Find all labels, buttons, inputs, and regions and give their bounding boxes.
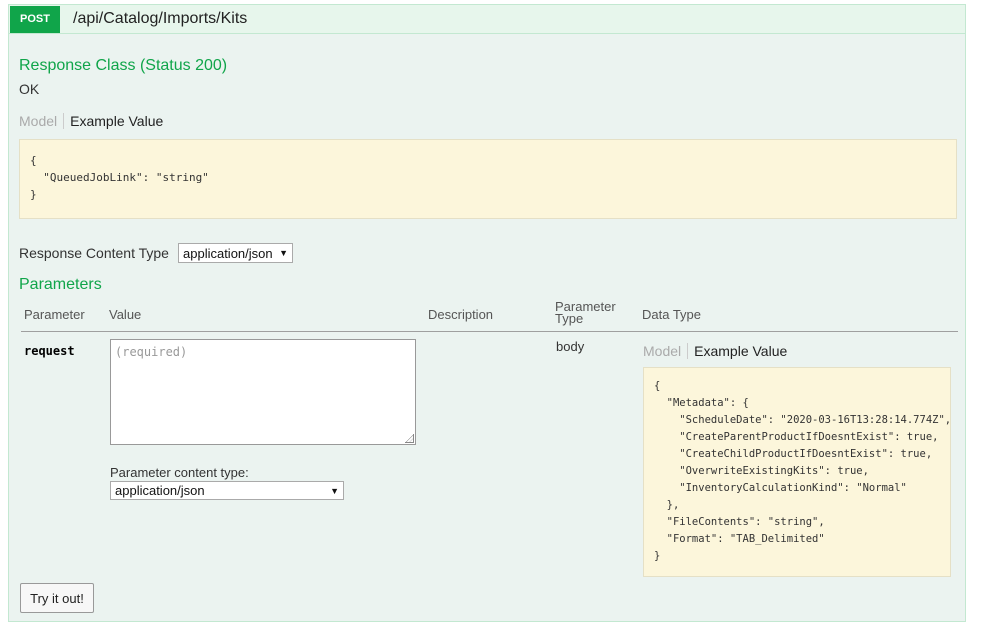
chevron-down-icon: ▼ xyxy=(279,248,288,258)
tab-example-value[interactable]: Example Value xyxy=(64,113,163,129)
tab-model[interactable]: Model xyxy=(19,113,65,129)
col-header-parameter: Parameter xyxy=(24,307,85,322)
col-header-description: Description xyxy=(428,307,494,322)
data-type-tabs: Model Example Value xyxy=(643,341,787,361)
request-example-snippet[interactable]: { "Metadata": { "ScheduleDate": "2020-03… xyxy=(643,367,951,577)
response-content-type-value: application/json xyxy=(183,245,273,261)
request-value-placeholder: (required) xyxy=(115,345,188,359)
col-header-data-type: Data Type xyxy=(642,307,702,322)
try-it-out-button[interactable]: Try it out! xyxy=(20,583,94,613)
endpoint-path[interactable]: /api/Catalog/Imports/Kits xyxy=(73,10,247,28)
request-value-input[interactable]: (required) xyxy=(110,339,416,445)
tab-example-value[interactable]: Example Value xyxy=(688,343,787,359)
resize-handle-icon[interactable] xyxy=(405,434,414,443)
parameter-content-type-label: Parameter content type: xyxy=(110,465,249,480)
parameter-content-type-value: application/json xyxy=(115,483,205,498)
response-content-type-label: Response Content Type xyxy=(19,245,169,261)
response-content-type-select[interactable]: application/json ▼ xyxy=(178,243,293,263)
response-class-title: Response Class (Status 200) xyxy=(19,57,228,74)
operation-header[interactable]: POST /api/Catalog/Imports/Kits xyxy=(9,5,965,34)
col-header-value: Value xyxy=(109,307,142,322)
parameter-type-value: body xyxy=(556,339,585,354)
operation-panel: POST /api/Catalog/Imports/Kits Response … xyxy=(8,4,966,622)
response-status-text: OK xyxy=(19,81,40,97)
col-header-parameter-type: Parameter Type xyxy=(555,299,616,326)
parameter-name: request xyxy=(24,344,75,358)
parameter-content-type-select[interactable]: application/json ▼ xyxy=(110,481,344,500)
tab-model[interactable]: Model xyxy=(643,343,689,359)
http-method-badge[interactable]: POST xyxy=(10,6,60,33)
chevron-down-icon: ▼ xyxy=(330,485,339,496)
table-header-divider xyxy=(21,331,958,332)
response-model-tabs: Model Example Value xyxy=(19,111,163,131)
parameters-title: Parameters xyxy=(19,276,102,293)
response-example-snippet: { "QueuedJobLink": "string" } xyxy=(19,139,957,219)
